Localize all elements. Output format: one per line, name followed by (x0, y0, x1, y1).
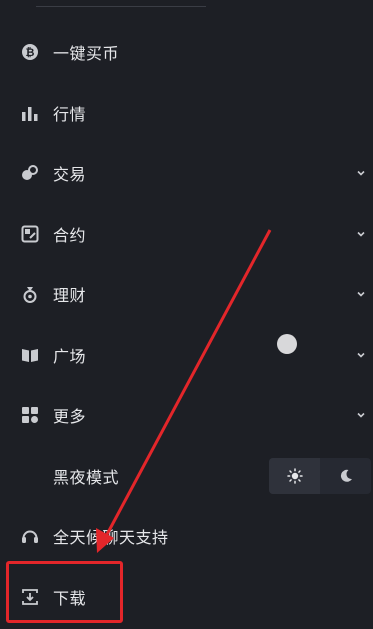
annotation-arrow (96, 229, 272, 553)
